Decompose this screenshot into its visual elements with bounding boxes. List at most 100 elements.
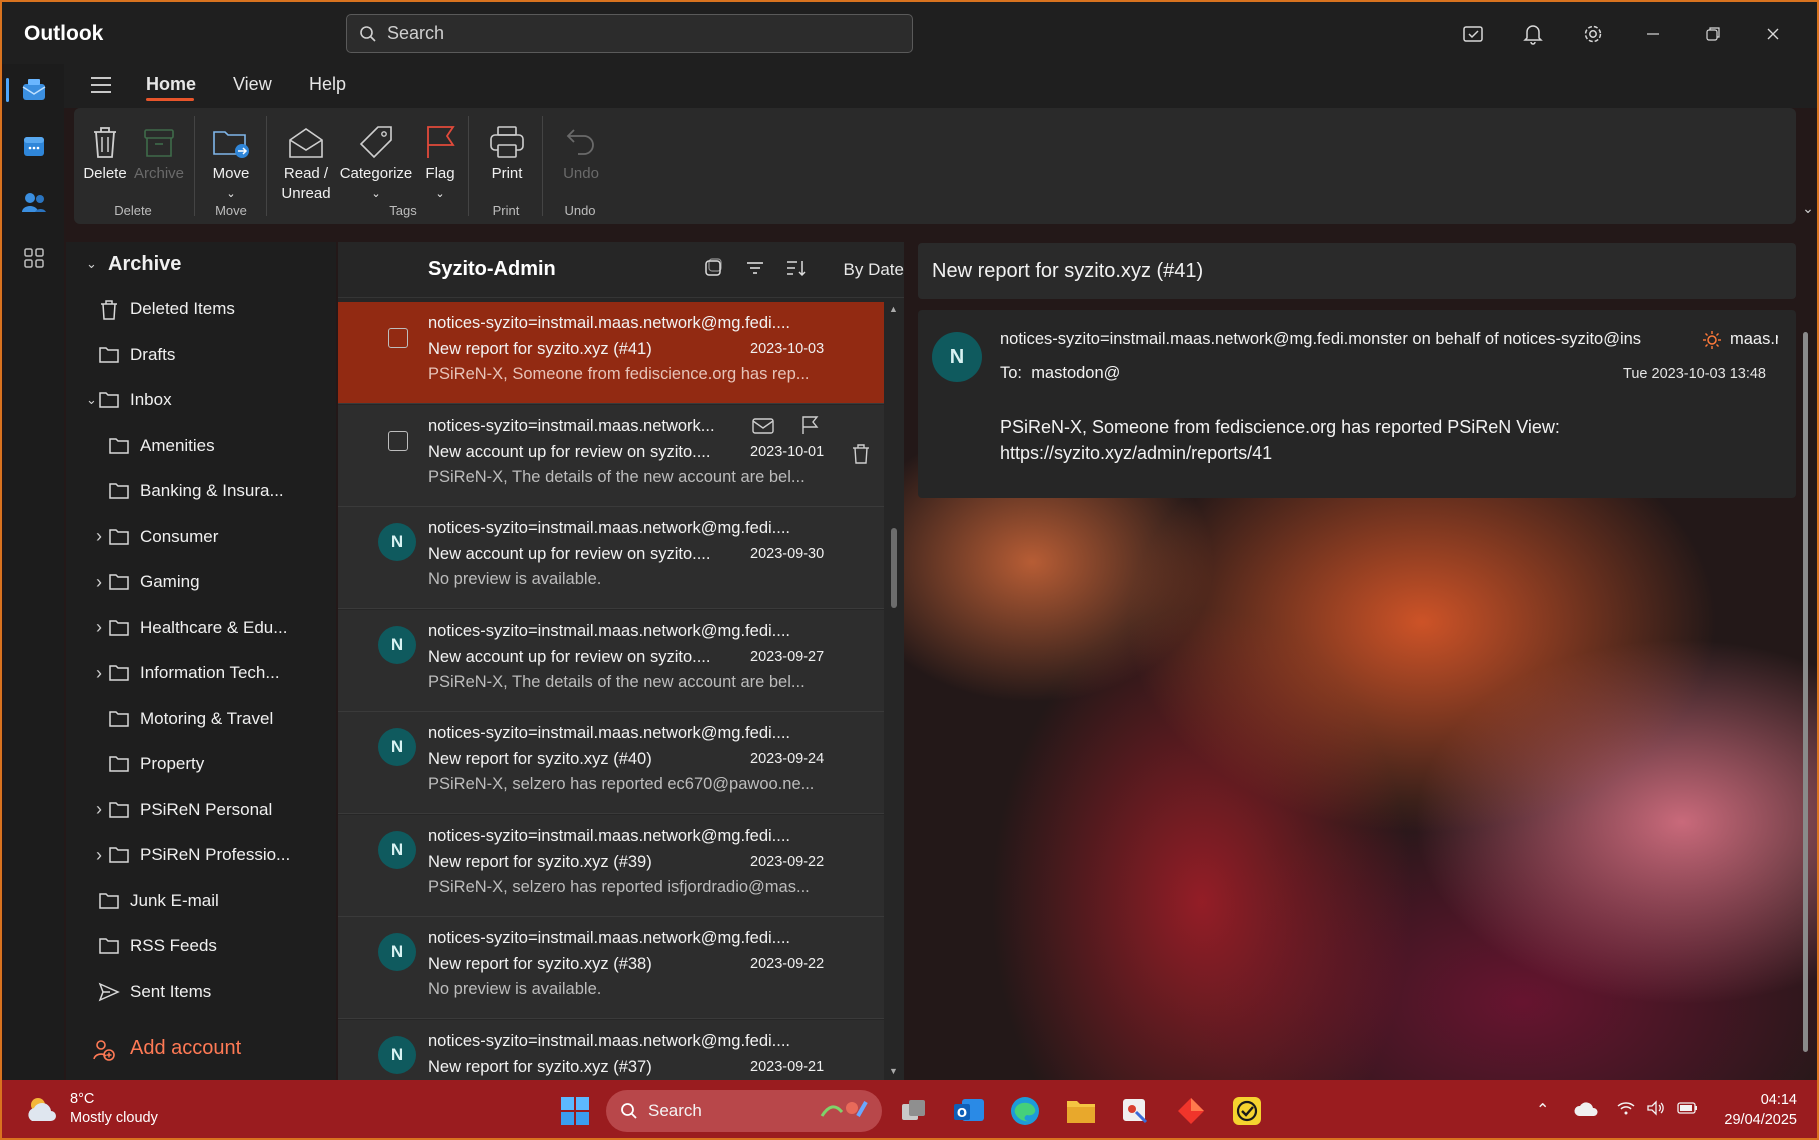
folder-archive[interactable]: ⌄ Archive — [66, 244, 336, 284]
battery-icon[interactable] — [1676, 1100, 1700, 1121]
red-diamond-app-icon[interactable] — [1172, 1092, 1210, 1130]
tasks-icon[interactable] — [1443, 16, 1503, 52]
folder-item[interactable]: Banking & Insura... — [66, 471, 336, 511]
folder-item[interactable]: Deleted Items — [66, 289, 336, 329]
mark-read-icon[interactable] — [752, 417, 774, 440]
send-icon — [98, 982, 120, 1002]
tab-help[interactable]: Help — [309, 74, 346, 95]
reading-pane-scrollbar[interactable] — [1802, 312, 1810, 1082]
chevron-right-icon[interactable]: › — [96, 663, 102, 684]
file-explorer-icon[interactable] — [1062, 1092, 1100, 1130]
folder-item[interactable]: Junk E-mail — [66, 881, 336, 921]
snipping-tool-icon[interactable] — [1116, 1092, 1154, 1130]
wifi-icon[interactable] — [1616, 1100, 1636, 1121]
flag-button[interactable]: Flag ⌄ — [420, 116, 460, 204]
ribbon-collapse-icon[interactable]: ⌄ — [1796, 200, 1817, 217]
sort-by-date-button[interactable]: By Date — [844, 260, 904, 280]
restore-icon[interactable] — [1683, 16, 1743, 52]
message-checkbox[interactable] — [388, 430, 408, 451]
folder-item[interactable]: › PSiReN Personal — [66, 790, 336, 830]
folder-item[interactable]: ⌄ Inbox — [66, 380, 336, 420]
taskbar-search[interactable]: Search — [606, 1090, 882, 1132]
folder-item[interactable]: › PSiReN Professio... — [66, 835, 336, 875]
message-row[interactable]: notices-syzito=instmail.maas.network... N… — [338, 404, 884, 507]
edge-browser-icon[interactable] — [1006, 1092, 1044, 1130]
onedrive-icon[interactable] — [1574, 1100, 1600, 1123]
message-row[interactable]: Nnotices-syzito=instmail.maas.network@mg… — [338, 712, 884, 814]
message-date: 2023-10-01 — [750, 443, 825, 460]
mailbox-title: Syzito-Admin — [428, 258, 556, 280]
minimize-icon[interactable] — [1623, 16, 1683, 52]
chevron-right-icon[interactable]: › — [96, 617, 102, 638]
folder-item[interactable]: › Consumer — [66, 517, 336, 557]
message-row[interactable]: Nnotices-syzito=instmail.maas.network@mg… — [338, 507, 884, 609]
bell-icon[interactable] — [1503, 16, 1563, 52]
cloud-sun-icon — [28, 1098, 56, 1121]
outlook-app-icon[interactable]: O — [950, 1092, 988, 1130]
hamburger-menu-icon[interactable] — [90, 76, 112, 94]
folder-item[interactable]: Sent Items — [66, 972, 336, 1012]
message-checkbox[interactable] — [388, 328, 408, 348]
tab-home[interactable]: Home — [146, 74, 196, 95]
chevron-right-icon[interactable]: › — [96, 572, 102, 593]
taskbar-clock[interactable]: 04:14 29/04/2025 — [1724, 1090, 1797, 1130]
people-icon[interactable] — [18, 186, 50, 218]
volume-icon[interactable] — [1646, 1100, 1666, 1121]
folder-item[interactable]: › Healthcare & Edu... — [66, 608, 336, 648]
archive-button[interactable]: Archive — [130, 116, 188, 184]
categorize-button[interactable]: Categorize ⌄ — [334, 116, 418, 204]
message-row[interactable]: Nnotices-syzito=instmail.maas.network@mg… — [338, 917, 884, 1019]
mail-icon[interactable] — [18, 74, 50, 106]
message-subject: New account up for review on syzito.... — [428, 647, 711, 666]
filter-icon[interactable] — [745, 258, 765, 283]
app-rail — [4, 64, 64, 1080]
folder-item[interactable]: › Information Tech... — [66, 653, 336, 693]
gear-icon[interactable] — [1563, 16, 1623, 52]
print-button[interactable]: Print — [482, 116, 532, 184]
folder-item[interactable]: Property — [66, 744, 336, 784]
message-row[interactable]: Nnotices-syzito=instmail.maas.network@mg… — [338, 814, 884, 917]
checklist-app-icon[interactable] — [1228, 1092, 1266, 1130]
email-link[interactable]: https://syzito.xyz/admin/reports/41 — [1000, 440, 1760, 466]
chevron-right-icon[interactable]: › — [96, 845, 102, 866]
search-highlight-icon — [818, 1096, 870, 1127]
ribbon-tabs: Home View Help — [64, 64, 1817, 108]
folder-item[interactable]: Motoring & Travel — [66, 699, 336, 739]
chevron-right-icon[interactable]: › — [96, 526, 102, 547]
trash-icon[interactable] — [851, 443, 871, 470]
sender-line[interactable]: notices-syzito=instmail.maas.network@mg.… — [1000, 330, 1690, 349]
add-account-button[interactable]: Add account — [66, 1028, 336, 1068]
chevron-right-icon[interactable]: › — [96, 799, 102, 820]
temperature: 8°C — [70, 1091, 95, 1107]
delete-button[interactable]: Delete — [80, 116, 130, 184]
message-row[interactable]: notices-syzito=instmail.maas.network@mg.… — [338, 302, 884, 404]
read-unread-button[interactable]: Read / Unread — [278, 116, 334, 204]
undo-button[interactable]: Undo — [556, 116, 606, 184]
folder-item[interactable]: Amenities — [66, 426, 336, 466]
recipient[interactable]: mastodon@ — [1031, 364, 1120, 382]
weather-widget[interactable]: 8°C Mostly cloudy — [24, 1090, 158, 1128]
tab-view[interactable]: View — [233, 74, 272, 95]
folder-item[interactable]: › Gaming — [66, 562, 336, 602]
message-row[interactable]: Nnotices-syzito=instmail.maas.network@mg… — [338, 609, 884, 712]
move-button[interactable]: Move ⌄ — [206, 116, 256, 204]
close-icon[interactable] — [1743, 16, 1803, 52]
select-mode-icon[interactable] — [703, 258, 723, 283]
folder-item[interactable]: RSS Feeds — [66, 926, 336, 966]
scroll-up-arrow-icon[interactable]: ▲ — [889, 304, 898, 314]
apps-icon[interactable] — [18, 242, 50, 274]
message-sender: notices-syzito=instmail.maas.network@mg.… — [428, 724, 791, 742]
calendar-icon[interactable] — [18, 130, 50, 162]
task-view-icon[interactable] — [895, 1092, 933, 1130]
folder-item[interactable]: Drafts — [66, 335, 336, 375]
scroll-down-arrow-icon[interactable]: ▼ — [889, 1066, 898, 1076]
message-row[interactable]: Nnotices-syzito=instmail.maas.network@mg… — [338, 1019, 884, 1080]
sort-icon[interactable] — [785, 258, 807, 283]
windows-start-icon[interactable] — [556, 1092, 594, 1130]
scrollbar-thumb[interactable] — [891, 528, 897, 608]
chevron-down-icon[interactable]: ⌄ — [86, 392, 97, 408]
search-input[interactable]: Search — [346, 14, 913, 53]
show-hidden-icons-chevron-icon[interactable]: ⌃ — [1536, 1100, 1549, 1120]
message-list-scrollbar[interactable]: ▲ ▼ — [884, 298, 904, 1080]
flag-icon[interactable] — [800, 415, 820, 440]
